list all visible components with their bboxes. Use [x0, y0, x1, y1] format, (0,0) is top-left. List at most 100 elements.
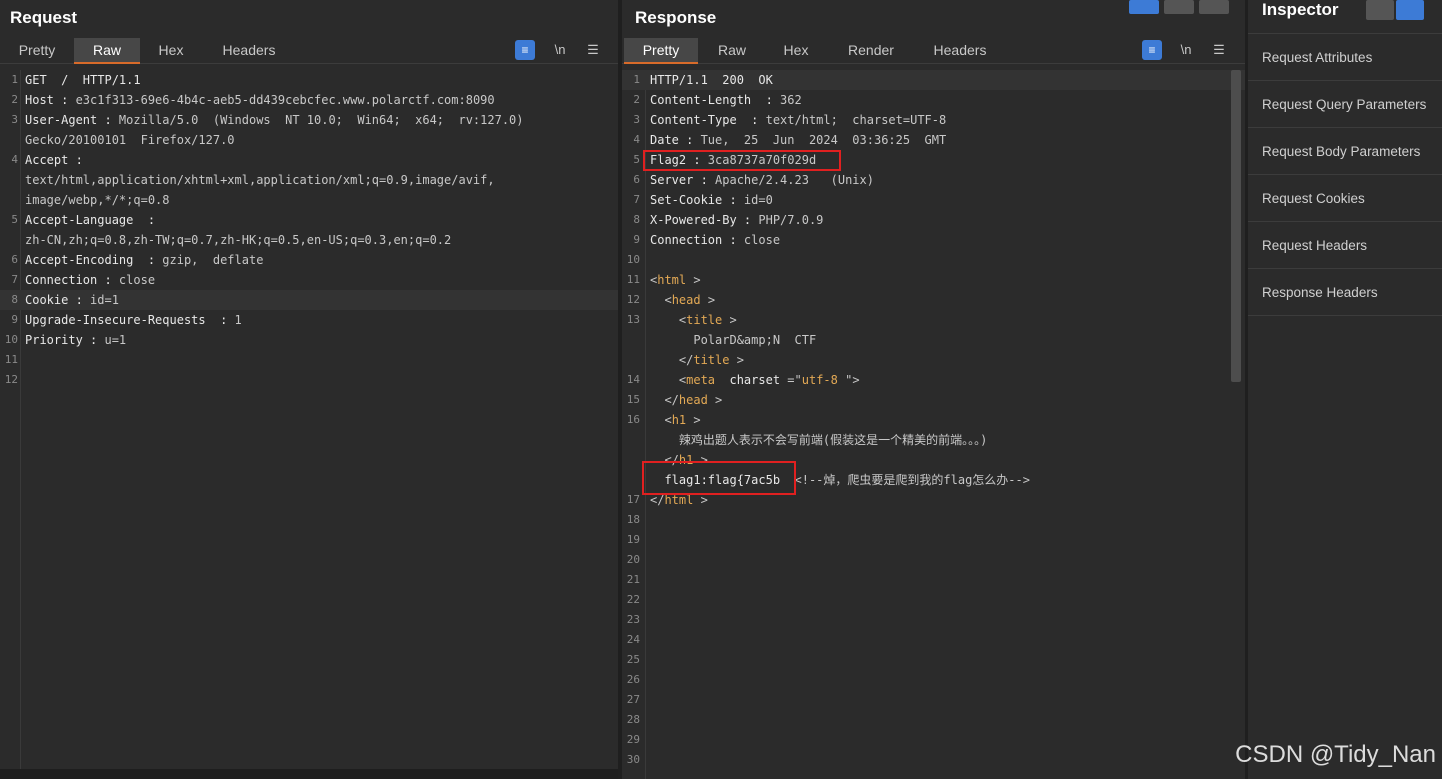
response-line[interactable]: 29 — [622, 730, 1245, 750]
response-tab-pretty[interactable]: Pretty — [624, 38, 698, 64]
response-line[interactable]: 1 HTTP/1.1 200 OK — [622, 70, 1245, 90]
response-line[interactable]: 4 Date : Tue, 25 Jun 2024 03:36:25 GMT — [622, 130, 1245, 150]
line-number: 16 — [626, 413, 640, 426]
request-tab-raw[interactable]: Raw — [74, 38, 140, 64]
inspector-request-headers[interactable]: Request Headers — [1248, 222, 1442, 269]
inspector-request-query-parameters[interactable]: Request Query Parameters — [1248, 81, 1442, 128]
line-number: 1 — [633, 73, 640, 86]
request-line[interactable]: 8 Cookie : id=1 — [0, 290, 618, 310]
request-editor[interactable]: 1 GET / HTTP/1.1 2 Host : e3c1f313-69e6-4b4… — [0, 70, 618, 779]
response-line[interactable]: 25 — [622, 650, 1245, 670]
inspector-response-headers[interactable]: Response Headers — [1248, 269, 1442, 316]
request-line[interactable]: 1 GET / HTTP/1.1 — [0, 70, 618, 90]
inspector-panel-icon[interactable] — [1396, 0, 1424, 20]
inspector-request-body-parameters[interactable]: Request Body Parameters — [1248, 128, 1442, 175]
request-line[interactable]: 10 Priority : u=1 — [0, 330, 618, 350]
newline-toggle-button[interactable]: \n — [1176, 40, 1196, 60]
layout-stacked-icon[interactable] — [1164, 0, 1194, 14]
request-line[interactable]: 5 Accept-Language : — [0, 210, 618, 230]
request-line[interactable]: 4 Accept : — [0, 150, 618, 170]
response-line[interactable]: </title > — [622, 350, 1245, 370]
response-line[interactable]: 18 — [622, 510, 1245, 530]
menu-icon[interactable]: ☰ — [1209, 40, 1229, 60]
response-line[interactable]: 12 <head > — [622, 290, 1245, 310]
response-text: Connection : — [650, 233, 737, 247]
response-tab-headers[interactable]: Headers — [922, 38, 998, 64]
response-line[interactable]: 28 — [622, 710, 1245, 730]
line-number: 30 — [626, 753, 640, 766]
response-line[interactable]: 2 Content-Length : 362 — [622, 90, 1245, 110]
response-line[interactable]: 辣鸡出题人表示不会写前端(假装这是一个精美的前端。。。) — [622, 430, 1245, 450]
html-tag-name: html — [664, 493, 694, 507]
request-tab-headers[interactable]: Headers — [210, 38, 288, 64]
request-tab-hex[interactable]: Hex — [146, 38, 196, 64]
response-line[interactable]: 7 Set-Cookie : id=0 — [622, 190, 1245, 210]
line-number: 14 — [626, 373, 640, 386]
response-line-text: <meta charset ="utf-8 "> — [650, 370, 860, 390]
inspector-request-cookies[interactable]: Request Cookies — [1248, 175, 1442, 222]
response-line[interactable]: 6 Server : Apache/2.4.23 (Unix) — [622, 170, 1245, 190]
request-line[interactable]: zh-CN,zh;q=0.8,zh-TW;q=0.7,zh-HK;q=0.5,e… — [0, 230, 618, 250]
response-line[interactable]: 16 <h1 > — [622, 410, 1245, 430]
line-number: 8 — [11, 293, 18, 306]
request-line[interactable]: text/html,application/xhtml+xml,applicat… — [0, 170, 618, 190]
request-line[interactable]: 2 Host : e3c1f313-69e6-4b4c-aeb5-dd439ceb… — [0, 90, 618, 110]
response-line[interactable]: 14 <meta charset ="utf-8 "> — [622, 370, 1245, 390]
response-editor[interactable]: 1 HTTP/1.1 200 OK 2 Content-Length : 362 3 Co… — [622, 70, 1245, 779]
line-number: 22 — [626, 593, 640, 606]
response-tab-render[interactable]: Render — [838, 38, 904, 64]
flag1-highlight-box — [642, 461, 796, 495]
layout-side-by-side-icon[interactable] — [1129, 0, 1159, 14]
response-text: > — [693, 493, 708, 507]
response-line[interactable]: 3 Content-Type : text/html; charset=UTF-8 — [622, 110, 1245, 130]
layout-single-icon[interactable] — [1199, 0, 1229, 14]
response-tab-raw[interactable]: Raw — [708, 38, 756, 64]
request-line[interactable]: image/webp,*/*;q=0.8 — [0, 190, 618, 210]
response-text: <!--焯，爬虫要是爬到我的flag怎么办--> — [780, 473, 1030, 487]
response-line[interactable]: 19 — [622, 530, 1245, 550]
response-line-text: PolarD&amp;N CTF — [650, 330, 816, 350]
request-line[interactable]: 6 Accept-Encoding : gzip, deflate — [0, 250, 618, 270]
response-line[interactable]: 10 — [622, 250, 1245, 270]
request-line[interactable]: Gecko/20100101 Firefox/127.0 — [0, 130, 618, 150]
line-number: 21 — [626, 573, 640, 586]
response-tab-hex[interactable]: Hex — [772, 38, 820, 64]
response-line-text: </title > — [650, 350, 744, 370]
response-line[interactable]: 23 — [622, 610, 1245, 630]
wrap-lines-icon[interactable]: ≡ — [1142, 40, 1162, 60]
response-line[interactable]: 8 X-Powered-By : PHP/7.0.9 — [622, 210, 1245, 230]
html-tag-name: title — [693, 353, 730, 367]
request-line[interactable]: 11 — [0, 350, 618, 370]
response-line[interactable]: 13 <title > — [622, 310, 1245, 330]
response-line[interactable]: 22 — [622, 590, 1245, 610]
response-scrollbar[interactable] — [1231, 70, 1241, 382]
newline-toggle-button[interactable]: \n — [550, 40, 570, 60]
inspector-layout-icon[interactable] — [1366, 0, 1394, 20]
response-line[interactable]: 26 — [622, 670, 1245, 690]
response-line[interactable]: 21 — [622, 570, 1245, 590]
header-name: GET / HTTP/1.1 — [25, 73, 141, 87]
response-line[interactable]: PolarD&amp;N CTF — [622, 330, 1245, 350]
response-line[interactable]: 11 <html > — [622, 270, 1245, 290]
request-line[interactable]: 7 Connection : close — [0, 270, 618, 290]
response-line[interactable]: 15 </head > — [622, 390, 1245, 410]
response-line[interactable]: 27 — [622, 690, 1245, 710]
response-line[interactable]: 20 — [622, 550, 1245, 570]
request-line[interactable]: 3 User-Agent : Mozilla/5.0 (Windows NT 10… — [0, 110, 618, 130]
request-tab-pretty[interactable]: Pretty — [8, 38, 66, 64]
response-line[interactable]: 30 — [622, 750, 1245, 770]
response-line[interactable]: 24 — [622, 630, 1245, 650]
request-line[interactable]: 12 — [0, 370, 618, 390]
request-line[interactable]: 9 Upgrade-Insecure-Requests : 1 — [0, 310, 618, 330]
line-number: 19 — [626, 533, 640, 546]
response-text: Content-Length : — [650, 93, 773, 107]
response-line-text: Server : Apache/2.4.23 (Unix) — [650, 170, 874, 190]
response-line[interactable]: 9 Connection : close — [622, 230, 1245, 250]
response-text: < — [650, 313, 687, 327]
line-number: 13 — [626, 313, 640, 326]
line-number: 29 — [626, 733, 640, 746]
inspector-request-attributes[interactable]: Request Attributes — [1248, 34, 1442, 81]
wrap-lines-icon[interactable]: ≡ — [515, 40, 535, 60]
header-name: User-Agent : — [25, 113, 112, 127]
menu-icon[interactable]: ☰ — [583, 40, 603, 60]
